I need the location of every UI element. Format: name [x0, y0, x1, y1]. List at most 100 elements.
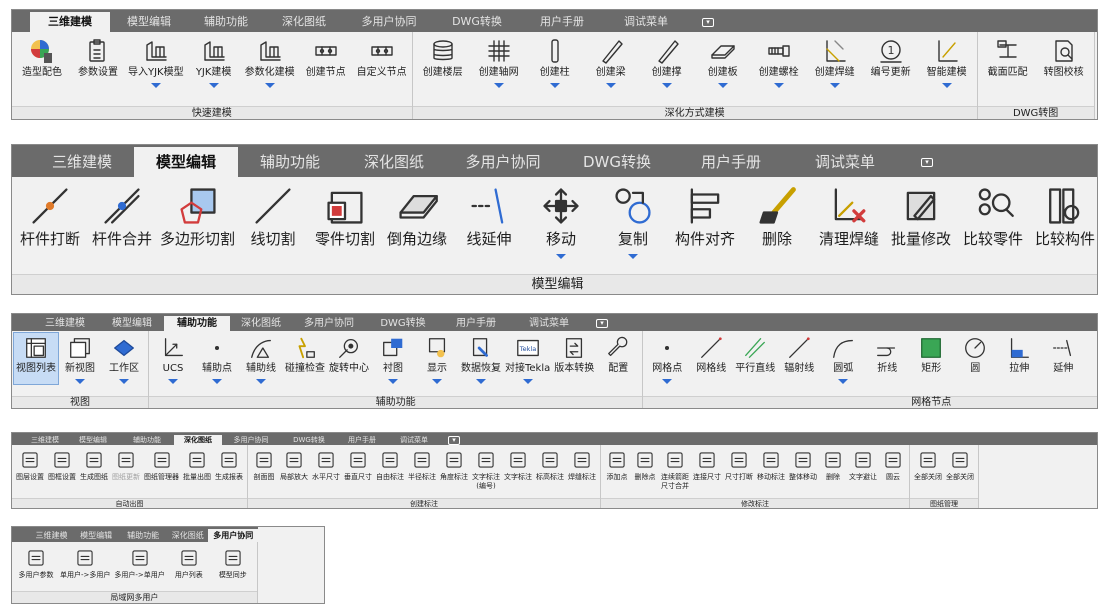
- grid-button[interactable]: 创建轴网: [471, 35, 527, 88]
- radial-line-button[interactable]: 辐射线: [777, 333, 821, 384]
- dropdown-arrow-icon[interactable]: [662, 379, 673, 384]
- close-all-button[interactable]: 全部关闭: [912, 447, 944, 482]
- tab-3[interactable]: 深化图纸: [167, 529, 208, 542]
- zoom-detail-button[interactable]: 局部放大: [278, 447, 310, 482]
- dropdown-arrow-icon[interactable]: [773, 83, 784, 88]
- tab-1[interactable]: 模型编辑: [100, 316, 164, 331]
- wrench-button[interactable]: 配置: [596, 333, 640, 384]
- tab-4[interactable]: 多用户协同: [292, 316, 366, 331]
- batch-edit-button[interactable]: 批量修改: [885, 181, 957, 259]
- generate-drawing-button[interactable]: 生成图纸: [78, 447, 110, 482]
- dropdown-arrow-icon[interactable]: [717, 83, 728, 88]
- tab-1[interactable]: 模型编辑: [73, 529, 119, 542]
- add-point-button[interactable]: 添加点: [603, 447, 631, 482]
- user-list-button[interactable]: 用户列表: [167, 545, 211, 580]
- dropdown-arrow-icon[interactable]: [628, 254, 639, 259]
- section-view-button[interactable]: 剖面图: [250, 447, 278, 482]
- tab-5[interactable]: DWG转换: [560, 147, 674, 177]
- model-sync-button[interactable]: 模型同步: [211, 545, 255, 580]
- dropdown-arrow-icon[interactable]: [476, 379, 486, 384]
- smart-model-button[interactable]: 智能建模: [919, 35, 975, 88]
- delete-brush-button[interactable]: 删除: [741, 181, 813, 259]
- dropdown-arrow-icon[interactable]: [168, 379, 178, 384]
- circle-button[interactable]: 圆: [953, 333, 997, 384]
- arc-button[interactable]: 圆弧: [821, 333, 865, 384]
- view-list-button[interactable]: 视图列表: [13, 332, 59, 385]
- close-others-button[interactable]: 全部关闭: [944, 447, 976, 482]
- tab-4[interactable]: 多用户协同: [446, 147, 560, 177]
- weld-dim-button[interactable]: 焊缝标注: [566, 447, 598, 482]
- tab-6[interactable]: 用户手册: [338, 435, 386, 445]
- elevation-button[interactable]: 标高标注: [534, 447, 566, 482]
- new-view-button[interactable]: 新视图: [58, 333, 102, 384]
- dropdown-arrow-icon[interactable]: [556, 254, 567, 259]
- workspace-button[interactable]: 工作区: [102, 333, 146, 384]
- move-all-button[interactable]: 整体移动: [787, 447, 819, 482]
- dropdown-arrow-icon[interactable]: [256, 379, 266, 384]
- version-convert-button[interactable]: 版本转换: [552, 333, 596, 384]
- brace-button[interactable]: 创建撑: [639, 35, 695, 88]
- dim-merge-button[interactable]: 连续箭距 尺寸合并: [659, 447, 691, 491]
- dropdown-arrow-icon[interactable]: [838, 379, 849, 384]
- dropdown-arrow-icon[interactable]: [829, 83, 840, 88]
- aux-point-button[interactable]: 辅助点: [195, 333, 239, 384]
- weld-button[interactable]: 创建焊缝: [807, 35, 863, 88]
- member-break-button[interactable]: 杆件打断: [14, 181, 86, 259]
- tab-0[interactable]: 三维建模: [30, 12, 110, 32]
- dropdown-arrow-icon[interactable]: [264, 83, 275, 88]
- member-merge-button[interactable]: 杆件合并: [86, 181, 158, 259]
- report-button[interactable]: 生成报表: [213, 447, 245, 482]
- ribbon-options-dropdown[interactable]: ▾: [586, 316, 618, 331]
- tekla-button[interactable]: Tekla 对接Tekla: [503, 333, 552, 384]
- dropdown-arrow-icon[interactable]: [208, 83, 219, 88]
- dropdown-arrow-icon[interactable]: [661, 83, 672, 88]
- tab-7[interactable]: 调试菜单: [386, 435, 442, 445]
- yjk-model-button[interactable]: YJK建模: [186, 35, 242, 88]
- multi-to-single-button[interactable]: 多用户->单用户: [112, 545, 166, 580]
- ribbon-options-dropdown[interactable]: ▾: [688, 12, 728, 32]
- text-avoid-button[interactable]: 文字避让: [847, 447, 879, 482]
- aux-line-button[interactable]: 辅助线: [239, 333, 283, 384]
- rotate-center-button[interactable]: 旋转中心: [327, 333, 371, 384]
- tab-6[interactable]: 用户手册: [674, 147, 788, 177]
- section-match-button[interactable]: 截面匹配: [980, 35, 1036, 88]
- tab-5[interactable]: DWG转换: [366, 316, 440, 331]
- column-button[interactable]: 创建柱: [527, 35, 583, 88]
- underlay-button[interactable]: 衬图: [371, 333, 415, 384]
- tab-4[interactable]: 多用户协同: [208, 529, 258, 542]
- color-palette-button[interactable]: 造型配色: [14, 35, 70, 88]
- batch-output-button[interactable]: 批量出图: [181, 447, 213, 482]
- parametric-model-button[interactable]: 参数化建模: [242, 35, 298, 88]
- dropdown-arrow-icon[interactable]: [432, 379, 442, 384]
- vertical-dim-button[interactable]: 垂直尺寸: [342, 447, 374, 482]
- tab-0[interactable]: 三维建模: [30, 316, 100, 331]
- align-button[interactable]: 构件对齐: [669, 181, 741, 259]
- tab-7[interactable]: 调试菜单: [512, 316, 586, 331]
- angle-dim-button[interactable]: 角度标注: [438, 447, 470, 482]
- tab-5[interactable]: DWG转换: [434, 12, 520, 32]
- extend-button[interactable]: 延伸: [1041, 333, 1085, 384]
- tab-4[interactable]: 多用户协同: [222, 435, 280, 445]
- frame-settings-button[interactable]: 图框设置: [46, 447, 78, 482]
- drawing-update-button[interactable]: 图纸更新: [110, 447, 142, 482]
- text-button[interactable]: 文字标注: [502, 447, 534, 482]
- tab-0[interactable]: 三维建模: [24, 435, 66, 445]
- dropdown-arrow-icon[interactable]: [150, 83, 161, 88]
- layer-settings-button[interactable]: 图层设置: [14, 447, 46, 482]
- move-dim-button[interactable]: 移动标注: [755, 447, 787, 482]
- clipboard-settings-button[interactable]: 参数设置: [70, 35, 126, 88]
- cloud-button[interactable]: 圆云: [879, 447, 907, 482]
- tab-3[interactable]: 深化图纸: [174, 435, 222, 445]
- drawing-check-button[interactable]: 转图校核: [1036, 35, 1092, 88]
- copy-button[interactable]: 复制: [597, 181, 669, 259]
- free-dim-button[interactable]: 自由标注: [374, 447, 406, 482]
- tab-2[interactable]: 辅助功能: [164, 316, 230, 331]
- floor-button[interactable]: 创建楼层: [415, 35, 471, 88]
- tab-3[interactable]: 深化图纸: [264, 12, 344, 32]
- rectangle-button[interactable]: 矩形: [909, 333, 953, 384]
- radius-dim-button[interactable]: 半径标注: [406, 447, 438, 482]
- polygon-cut-button[interactable]: 多边形切割: [158, 181, 237, 259]
- tab-7[interactable]: 调试菜单: [788, 147, 902, 177]
- single-to-multi-button[interactable]: 单用户->多用户: [58, 545, 112, 580]
- tab-7[interactable]: 调试菜单: [604, 12, 688, 32]
